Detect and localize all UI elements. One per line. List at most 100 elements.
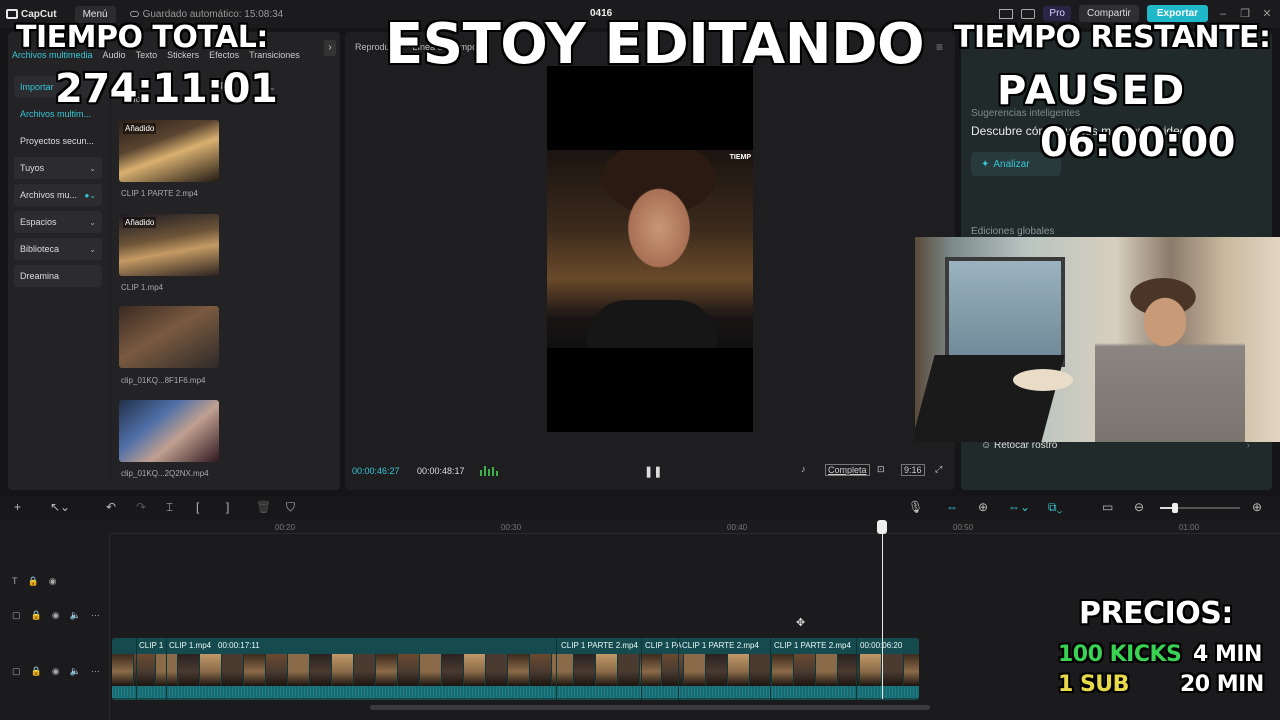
eye-icon[interactable]: ◉ — [49, 576, 57, 587]
playhead-line[interactable] — [882, 521, 883, 699]
clip-frame — [398, 654, 420, 686]
clip-frame — [728, 654, 750, 686]
layout-icon[interactable] — [999, 8, 1014, 19]
full-quality-button[interactable]: Completa — [825, 464, 870, 476]
speaker-icon[interactable]: 🔈 — [70, 666, 81, 677]
timeline-scrollbar[interactable] — [370, 705, 930, 710]
video-preview[interactable]: TIEMP — [547, 66, 753, 432]
clip-frame — [244, 654, 266, 686]
remaining-time-label: TIEMPO RESTANTE: — [954, 20, 1271, 55]
media-thumbnail[interactable]: Añadido — [119, 120, 219, 182]
ruler-tick: 00:30 — [501, 523, 522, 532]
sidebar-item-label: Dreamina — [20, 271, 60, 281]
sidebar-item-label: Proyectos secun... — [20, 136, 95, 146]
video-track-controls: ▢ 🔒 ◉ 🔈 ⋯ — [12, 610, 100, 621]
sidebar-item-subprojects[interactable]: Proyectos secun... — [14, 130, 102, 152]
split-icon[interactable]: ⌶ — [166, 500, 173, 515]
clip-divider[interactable] — [641, 638, 642, 700]
total-time-label: TIEMPO TOTAL: — [16, 20, 268, 55]
clip-frame — [772, 654, 794, 686]
link-icon[interactable]: ⧉⌄ — [1048, 500, 1062, 515]
clip-divider[interactable] — [556, 638, 557, 700]
added-badge: Añadido — [123, 217, 157, 228]
clip-divider[interactable] — [136, 638, 137, 700]
more-icon[interactable]: ⋯ — [91, 666, 100, 677]
screenshot-icon[interactable]: ⊡ — [877, 464, 885, 475]
paused-label: PAUSED — [997, 68, 1187, 114]
clip-thumbnails — [112, 654, 919, 686]
waveform-icon[interactable] — [480, 466, 498, 476]
clip-divider[interactable] — [770, 638, 771, 700]
media-thumbnail[interactable] — [119, 400, 219, 462]
sidebar-item-label: Importar — [20, 82, 54, 92]
fullscreen-icon[interactable]: ⤢ — [935, 464, 942, 475]
minimize-icon[interactable]: – — [1216, 8, 1230, 20]
clip-divider[interactable] — [678, 638, 679, 700]
preview-icon[interactable]: ▭ — [1102, 500, 1113, 514]
clip-divider[interactable] — [166, 638, 167, 700]
zoom-in-icon[interactable]: ⊕ — [1252, 500, 1262, 514]
main-track-controls: ▢ 🔒 ◉ 🔈 ⋯ — [12, 666, 100, 677]
shield-icon[interactable]: ⛉ — [286, 500, 295, 515]
clip-frame — [640, 654, 662, 686]
sidebar-item-media-files[interactable]: Archivos mu... ●⌄ — [14, 184, 102, 206]
clip-divider[interactable] — [856, 638, 857, 700]
link-clips-icon[interactable]: ⇔ — [946, 500, 958, 514]
eye-icon[interactable]: ◉ — [52, 610, 60, 621]
global-edits-label: Ediciones globales — [971, 226, 1055, 237]
tabs-next-icon[interactable]: › — [324, 40, 336, 56]
media-thumbnail[interactable] — [119, 306, 219, 368]
lock-icon[interactable]: 🔒 — [31, 610, 42, 621]
microphone-icon[interactable]: 🎙 — [908, 500, 923, 514]
redo-icon[interactable]: ↷ — [136, 500, 146, 514]
playhead-handle[interactable] — [877, 520, 887, 534]
close-icon[interactable]: ✕ — [1260, 7, 1274, 20]
speaker-icon[interactable]: 🔈 — [70, 610, 81, 621]
undo-icon[interactable]: ↶ — [106, 500, 116, 514]
media-thumbnail[interactable]: Añadido — [119, 214, 219, 276]
sidebar-item-yours[interactable]: Tuyos ⌄ — [14, 157, 102, 179]
eye-icon[interactable]: ◉ — [52, 666, 60, 677]
text-track-icon: T — [12, 576, 18, 586]
snap-icon[interactable]: ⊕ — [978, 500, 988, 514]
zoom-out-icon[interactable]: ⊖ — [1134, 500, 1144, 514]
menu-icon[interactable]: ≡ — [936, 40, 943, 54]
select-tool-icon[interactable]: ↖⌄ — [50, 500, 70, 514]
time-ruler[interactable]: 00:20 00:30 00:40 00:50 01:00 — [110, 520, 1280, 534]
sidebar-item-spaces[interactable]: Espacios ⌄ — [14, 211, 102, 233]
split-left-icon[interactable]: [ — [196, 500, 199, 514]
clip-frame — [618, 654, 640, 686]
clip-frame — [288, 654, 310, 686]
sidebar-item-dreamina[interactable]: Dreamina — [14, 265, 102, 287]
clip-frame — [200, 654, 222, 686]
clip-frame — [706, 654, 728, 686]
more-icon[interactable]: ⋯ — [91, 610, 100, 621]
text-track-controls: T 🔒 ◉ — [12, 576, 57, 587]
remaining-time-value: 06:00:00 — [1040, 120, 1235, 166]
main-track-clips[interactable]: CLIP 1 CLIP 1.mp4 00:00:17:11 CLIP 1 PAR… — [112, 638, 919, 700]
price-sub-item: 1 SUB — [1058, 672, 1129, 697]
lock-icon[interactable]: 🔒 — [28, 576, 39, 587]
cloud-icon — [129, 11, 139, 17]
track-headers: T 🔒 ◉ ▢ 🔒 ◉ 🔈 ⋯ ▢ 🔒 ◉ 🔈 ⋯ — [0, 534, 110, 720]
sidebar-item-label: Tuyos — [20, 163, 45, 173]
sidebar-item-library[interactable]: Biblioteca ⌄ — [14, 238, 102, 260]
split-right-icon[interactable]: ] — [226, 500, 229, 514]
lock-icon[interactable]: 🔒 — [31, 666, 42, 677]
zoom-slider-knob[interactable] — [1172, 503, 1178, 513]
magnet-icon[interactable]: ⇔⌄ — [1008, 500, 1030, 514]
zoom-slider[interactable] — [1160, 503, 1240, 513]
pause-button[interactable]: ❚❚ — [644, 465, 662, 478]
media-name: CLIP 1 PARTE 2.mp4 — [121, 189, 198, 198]
shortcut-icon[interactable] — [1021, 8, 1036, 19]
pro-button[interactable]: Pro — [1043, 6, 1071, 21]
maximize-icon[interactable]: ❐ — [1238, 7, 1252, 20]
tiktok-icon[interactable]: ♪ — [801, 464, 806, 474]
video-frame-image: TIEMP — [547, 150, 753, 348]
delete-icon[interactable]: 🗑 — [256, 500, 271, 514]
ruler-tick: 00:20 — [275, 523, 296, 532]
aspect-ratio-button[interactable]: 9:16 — [901, 464, 925, 476]
clip-frame — [794, 654, 816, 686]
add-icon[interactable]: + — [14, 500, 21, 514]
total-time-value: 274:11:01 — [55, 66, 278, 112]
